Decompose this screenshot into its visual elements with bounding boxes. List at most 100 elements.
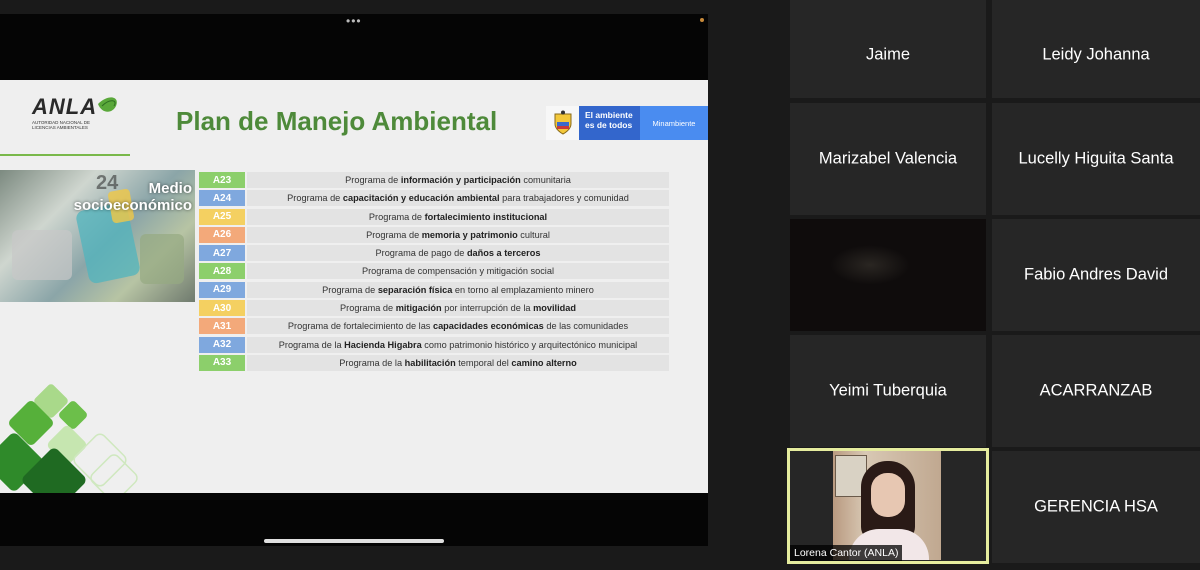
participant-tile-lucelly[interactable]: Lucelly Higuita Santa [992, 103, 1200, 215]
table-row: A30 Programa de mitigación por interrupci… [199, 299, 669, 317]
program-code: A28 [199, 263, 245, 280]
program-text: temporal del [455, 357, 512, 368]
program-table: A23 Programa de información y participaci… [199, 171, 669, 372]
scrollbar-handle[interactable] [264, 539, 444, 543]
program-code: A24 [199, 190, 245, 207]
photo-card [140, 234, 184, 284]
recording-indicator-icon [700, 18, 704, 22]
program-keyword: camino alterno [511, 357, 577, 368]
participant-tile-leidy[interactable]: Leidy Johanna [992, 0, 1200, 98]
table-row: A25 Programa de fortalecimiento instituci… [199, 208, 669, 226]
table-row: A31 Programa de fortalecimiento de las ca… [199, 317, 669, 335]
participant-name-label: Lorena Cantor (ANLA) [790, 545, 903, 561]
program-text: Programa de compensación y mitigación so… [361, 266, 554, 277]
program-keyword: memoria y patrimonio [421, 229, 518, 240]
program-text: Programa de la [278, 339, 345, 350]
table-row: A32 Programa de la Hacienda Higabra como … [199, 336, 669, 354]
program-code: A33 [199, 354, 245, 371]
program-keyword: capacitación y educación ambiental [342, 193, 500, 204]
participant-tile-acarranzab[interactable]: ACARRANZAB [992, 335, 1200, 447]
video-call-window: ••• ANLA AUTORIDAD NACIONAL DE LICENCIAS… [0, 0, 1200, 570]
program-description: Programa de la habilitación temporal del… [247, 354, 669, 371]
program-code: A26 [199, 226, 245, 243]
table-row: A24 Programa de capacitación y educación … [199, 189, 669, 207]
program-description: Programa de información y participación … [247, 172, 669, 188]
more-options-icon[interactable]: ••• [346, 15, 362, 27]
program-description: Programa de pago de daños a terceros [247, 245, 669, 262]
participant-tile-gerencia[interactable]: GERENCIA HSA [992, 451, 1200, 563]
program-text: cultural [517, 229, 550, 240]
table-row: A23 Programa de información y participaci… [199, 171, 669, 189]
socioeconomic-photo: 24 Medio socioeconómico [0, 170, 195, 302]
program-text: Programa de [322, 284, 378, 295]
program-keyword: capacidades económicas [432, 321, 544, 332]
gov-slogan-line1: El ambiente [585, 110, 633, 120]
participant-video-tile[interactable] [790, 219, 986, 331]
program-description: Programa de mitigación por interrupción … [247, 300, 669, 317]
participant-name: Leidy Johanna [1042, 45, 1150, 64]
anla-logo-text: ANLA [32, 94, 98, 119]
participant-name: Lucelly Higuita Santa [1018, 149, 1174, 168]
table-row: A26 Programa de memoria y patrimonio cult… [199, 226, 669, 244]
program-text: por interrupción de la [441, 303, 534, 314]
program-code: A31 [199, 318, 245, 335]
table-row: A28 Programa de compensación y mitigación… [199, 262, 669, 280]
colombia-shield-icon [554, 110, 572, 135]
ministry-name: Minambiente [640, 106, 708, 140]
gov-slogan-line2: es de todos [585, 120, 633, 130]
program-text: Programa de fortalecimiento de las [287, 321, 433, 332]
program-text: de las comunidades [543, 321, 629, 332]
program-description: Programa de memoria y patrimonio cultura… [247, 226, 669, 243]
photo-paper [12, 230, 72, 280]
program-description: Programa de fortalecimiento de las capac… [247, 318, 669, 335]
participant-video-feed [833, 451, 941, 560]
program-keyword: Hacienda Higabra [344, 339, 422, 350]
program-description: Programa de capacitación y educación amb… [247, 190, 669, 207]
program-text: en torno al emplazamiento minero [452, 284, 594, 295]
program-text: Programa de la [339, 357, 405, 368]
program-keyword: habilitación [404, 357, 456, 368]
feed-person-face [871, 473, 905, 517]
program-code: A25 [199, 208, 245, 225]
program-code: A29 [199, 281, 245, 298]
program-keyword: daños a terceros [466, 248, 541, 259]
section-title: Medio socioeconómico [73, 180, 192, 214]
presentation-slide: ANLA AUTORIDAD NACIONAL DE LICENCIAS AMB… [0, 80, 708, 493]
program-text: Programa de [366, 229, 422, 240]
table-row: A29 Programa de separación física en torn… [199, 281, 669, 299]
program-code: A30 [199, 300, 245, 317]
program-text: Programa de [345, 175, 401, 185]
program-code: A32 [199, 336, 245, 353]
program-code: A27 [199, 245, 245, 262]
program-text: para trabajadores y comunidad [499, 193, 629, 204]
video-feed [830, 245, 910, 285]
participant-tile-jaime[interactable]: Jaime [790, 0, 986, 98]
program-keyword: fortalecimiento institucional [424, 211, 548, 222]
participant-name: Yeimi Tuberquia [829, 381, 947, 400]
participant-name: Fabio Andres David [1024, 265, 1168, 284]
participant-tile-yeimi[interactable]: Yeimi Tuberquia [790, 335, 986, 447]
program-text: Programa de [340, 303, 396, 314]
program-keyword: información y participación [400, 175, 521, 185]
program-keyword: mitigación [395, 303, 442, 314]
program-description: Programa de compensación y mitigación so… [247, 263, 669, 280]
participant-tile-lorena-active-speaker[interactable]: Lorena Cantor (ANLA) [787, 448, 989, 564]
participant-name: Jaime [865, 45, 910, 64]
participant-tile-marizabel[interactable]: Marizabel Valencia [790, 103, 986, 215]
participant-name: ACARRANZAB [1039, 381, 1153, 400]
participant-name: Marizabel Valencia [818, 149, 958, 168]
table-row: A33 Programa de la habilitación temporal … [199, 354, 669, 372]
program-text: comunitaria [520, 175, 571, 185]
participant-tile-fabio[interactable]: Fabio Andres David [992, 219, 1200, 331]
program-text: como patrimonio histórico y arquitectóni… [421, 339, 638, 350]
shared-screen-panel[interactable]: ••• ANLA AUTORIDAD NACIONAL DE LICENCIAS… [0, 14, 708, 546]
table-row: A27 Programa de pago de daños a terceros [199, 244, 669, 262]
program-code: A23 [199, 172, 245, 188]
program-description: Programa de separación física en torno a… [247, 281, 669, 298]
program-text: Programa de [287, 193, 343, 204]
program-text: Programa de [368, 211, 425, 222]
government-logo: El ambiente es de todos Minambiente [546, 106, 708, 140]
program-keyword: movilidad [533, 303, 576, 314]
participant-name: GERENCIA HSA [1034, 497, 1158, 516]
slide-title: Plan de Manejo Ambiental [176, 106, 498, 136]
